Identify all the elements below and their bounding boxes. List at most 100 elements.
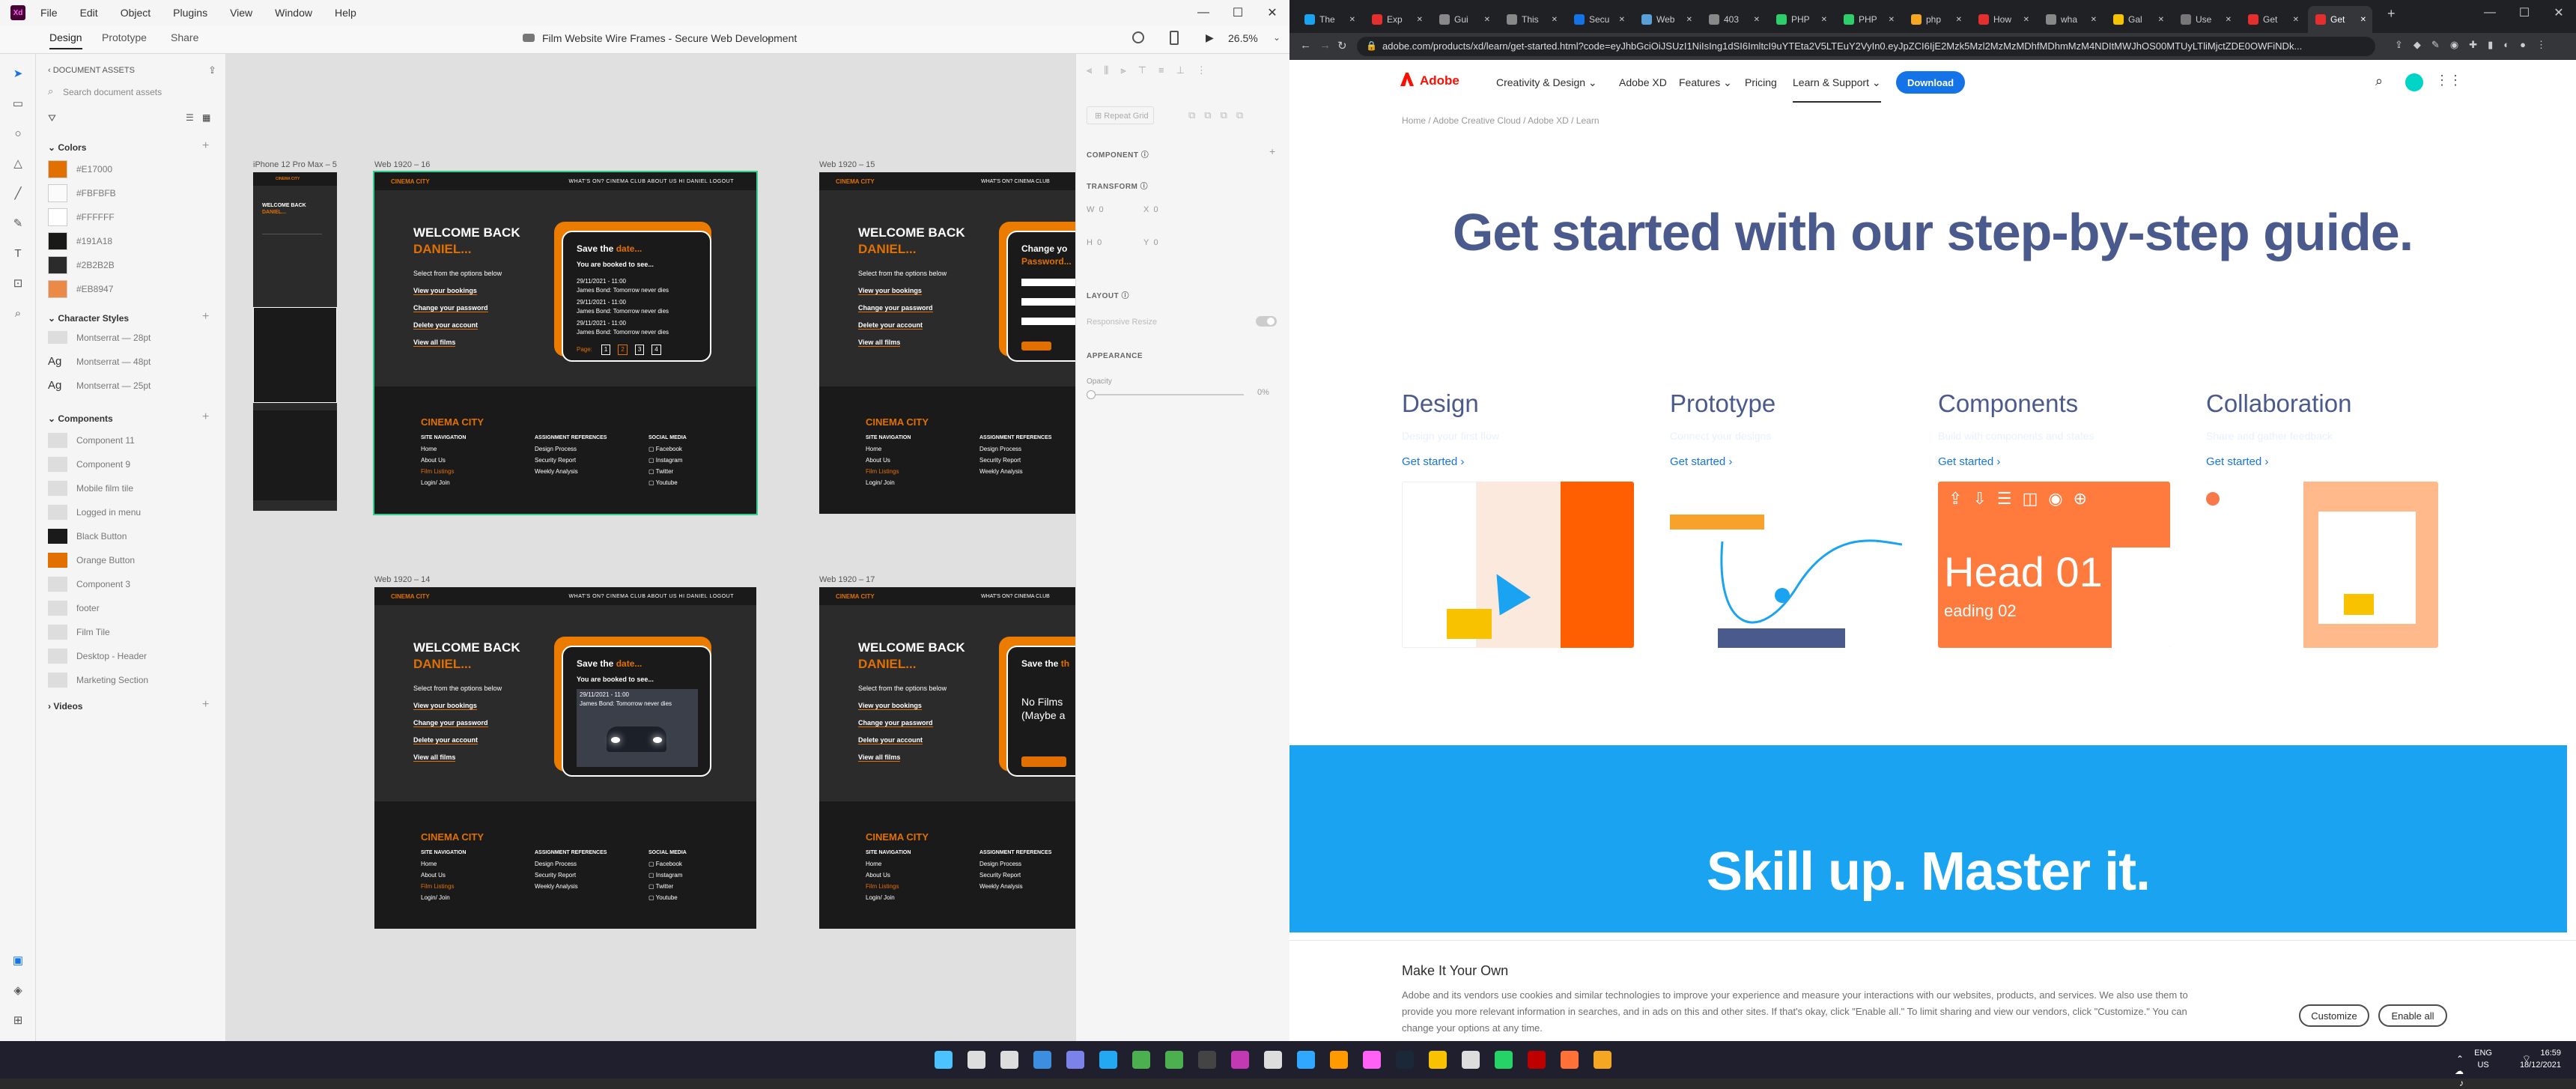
align-center-icon[interactable]: ⫼: [1104, 64, 1108, 81]
url-input[interactable]: 🔒 adobe.com/products/xd/learn/get-starte…: [1357, 37, 2375, 56]
components-header[interactable]: ⌄ Components: [48, 413, 113, 424]
browser-tab[interactable]: 403 ✕: [1701, 6, 1766, 33]
distribute-icon[interactable]: ⋮: [1197, 64, 1206, 81]
menu-object[interactable]: Object: [121, 7, 151, 19]
extension-icon[interactable]: ✎: [2431, 39, 2440, 51]
component-item[interactable]: Black Button: [48, 529, 127, 544]
component-item[interactable]: Marketing Section: [48, 673, 148, 688]
zoom-level[interactable]: 26.5%: [1228, 32, 1258, 44]
get-started-link[interactable]: Get started ›: [2206, 455, 2438, 468]
enable-all-button[interactable]: Enable all: [2378, 1004, 2447, 1027]
tab-close-icon[interactable]: ✕: [1754, 16, 1760, 24]
tab-close-icon[interactable]: ✕: [1552, 16, 1558, 24]
tab-close-icon[interactable]: ✕: [2293, 16, 2299, 24]
get-started-link[interactable]: Get started ›: [1402, 455, 1634, 468]
search-icon[interactable]: ⌕: [2375, 73, 2383, 89]
component-item[interactable]: Component 9: [48, 457, 130, 472]
puzzle-icon[interactable]: ✚: [2469, 39, 2477, 51]
plugins-panel-icon[interactable]: ⊞: [10, 1013, 25, 1028]
grid-view-icon[interactable]: ▦: [202, 112, 210, 123]
component-item[interactable]: Component 3: [48, 577, 130, 592]
chevron-down-icon[interactable]: ⌄: [765, 32, 773, 43]
close-icon[interactable]: ✕: [1255, 0, 1289, 25]
x-field[interactable]: X 0: [1143, 205, 1158, 214]
breadcrumb[interactable]: Home / Adobe Creative Cloud / Adobe XD /…: [1402, 115, 1600, 126]
minimize-icon[interactable]: —: [1186, 0, 1221, 25]
xbox-icon[interactable]: [1165, 1051, 1183, 1069]
adobe-logo[interactable]: Adobe: [1400, 73, 1459, 88]
assets-panel-icon[interactable]: ▣: [10, 953, 25, 968]
height-field[interactable]: H 0: [1087, 238, 1102, 247]
tab-close-icon[interactable]: ✕: [1484, 16, 1490, 24]
component-item[interactable]: Logged in menu: [48, 505, 141, 520]
nav-creativity[interactable]: Creativity & Design ⌄: [1496, 76, 1597, 89]
illustrator-icon[interactable]: [1330, 1051, 1348, 1069]
artboard-web-15[interactable]: CINEMA CITY WHAT'S ON? CINEMA CLUB WELCOM…: [819, 172, 1075, 514]
minimize-icon[interactable]: —: [2473, 0, 2507, 25]
artboard-tool-icon[interactable]: ⊡: [10, 276, 25, 291]
browser-tab[interactable]: Exp ✕: [1364, 6, 1429, 33]
menu-help[interactable]: Help: [335, 7, 356, 19]
align-left-icon[interactable]: ⫷: [1087, 64, 1092, 81]
color-swatch[interactable]: #EB8947: [48, 280, 113, 298]
xd-icon[interactable]: [1363, 1051, 1381, 1069]
terminal-icon[interactable]: [1198, 1051, 1216, 1069]
phone-artboard[interactable]: CINEMA CITY WELCOME BACK DANIEL...: [253, 172, 337, 511]
tab-close-icon[interactable]: ✕: [2023, 16, 2029, 24]
tray-icons[interactable]: ⌃ ☁ ♪: [2455, 1053, 2464, 1089]
reload-icon[interactable]: ↻: [1337, 39, 1347, 52]
back-icon[interactable]: ←: [1300, 39, 1311, 52]
browser-tab[interactable]: This ✕: [1499, 6, 1564, 33]
forward-icon[interactable]: →: [1319, 39, 1331, 52]
color-swatch[interactable]: #FFFFFF: [48, 208, 115, 226]
browser-tab[interactable]: Use ✕: [2173, 6, 2238, 33]
app-icon[interactable]: [1231, 1051, 1249, 1069]
opacity-slider[interactable]: [1087, 390, 1244, 399]
maximize-icon[interactable]: ☐: [2507, 0, 2542, 25]
nav-pricing[interactable]: Pricing: [1745, 76, 1777, 88]
component-item[interactable]: Component 11: [48, 433, 135, 448]
close-icon[interactable]: ✕: [2542, 0, 2576, 25]
tab-close-icon[interactable]: ✕: [1889, 16, 1895, 24]
extension-icon[interactable]: ◆: [2414, 39, 2421, 51]
zoom-chevron-icon[interactable]: ⌄: [1273, 32, 1281, 43]
add-color-icon[interactable]: +: [202, 139, 209, 153]
browser-tab[interactable]: How ✕: [1971, 6, 2035, 33]
steam-icon[interactable]: [1396, 1051, 1414, 1069]
app-switcher-icon[interactable]: ⋮⋮: [2435, 73, 2462, 88]
opacity-value[interactable]: 0%: [1257, 388, 1269, 397]
pen-tool-icon[interactable]: ✎: [10, 216, 25, 231]
task-view-icon[interactable]: [1000, 1051, 1018, 1069]
menu-view[interactable]: View: [230, 7, 252, 19]
avatar[interactable]: [2405, 73, 2423, 91]
artboard-label[interactable]: Web 1920 – 17: [819, 575, 875, 584]
text-tool-icon[interactable]: T: [10, 246, 25, 261]
responsive-resize-toggle[interactable]: [1256, 316, 1277, 327]
system-tray[interactable]: ⌃ ☁ ♪ ENG US ⌔ 16:59 18/12/2021: [2455, 1047, 2561, 1088]
profile-icon[interactable]: ●: [2520, 39, 2526, 51]
filezilla-icon[interactable]: [1528, 1051, 1546, 1069]
artboard-web-14[interactable]: CINEMA CITY WHAT'S ON? CINEMA CLUB ABOUT …: [374, 587, 756, 929]
explorer-icon[interactable]: [1429, 1051, 1447, 1069]
color-swatch[interactable]: #FBFBFB: [48, 184, 116, 202]
browser-tab[interactable]: Gui ✕: [1432, 6, 1496, 33]
maximize-icon[interactable]: ☐: [1221, 0, 1255, 25]
play-icon[interactable]: ▶: [1206, 31, 1214, 44]
character-style[interactable]: Ag Montserrat — 25pt: [48, 379, 151, 392]
browser-tab[interactable]: PHP ✕: [1836, 6, 1901, 33]
repeat-grid-button[interactable]: ⊞ Repeat Grid: [1087, 106, 1154, 124]
sidebar-icon[interactable]: ▮: [2488, 39, 2493, 51]
tab-close-icon[interactable]: ✕: [2226, 16, 2232, 24]
color-swatch[interactable]: #E17000: [48, 160, 112, 178]
language-indicator[interactable]: ENG US: [2474, 1047, 2492, 1071]
add-char-style-icon[interactable]: +: [202, 310, 209, 324]
component-item[interactable]: Orange Button: [48, 553, 135, 568]
windows-start-icon[interactable]: [935, 1051, 953, 1069]
videos-header[interactable]: › Videos: [48, 701, 82, 712]
align-middle-icon[interactable]: ≡: [1158, 64, 1164, 81]
tab-close-icon[interactable]: ✕: [2360, 16, 2366, 24]
download-button[interactable]: Download: [1896, 71, 1965, 94]
select-tool-icon[interactable]: ➤: [10, 66, 25, 81]
user-icon[interactable]: [1132, 31, 1144, 43]
search-icon[interactable]: [967, 1051, 985, 1069]
